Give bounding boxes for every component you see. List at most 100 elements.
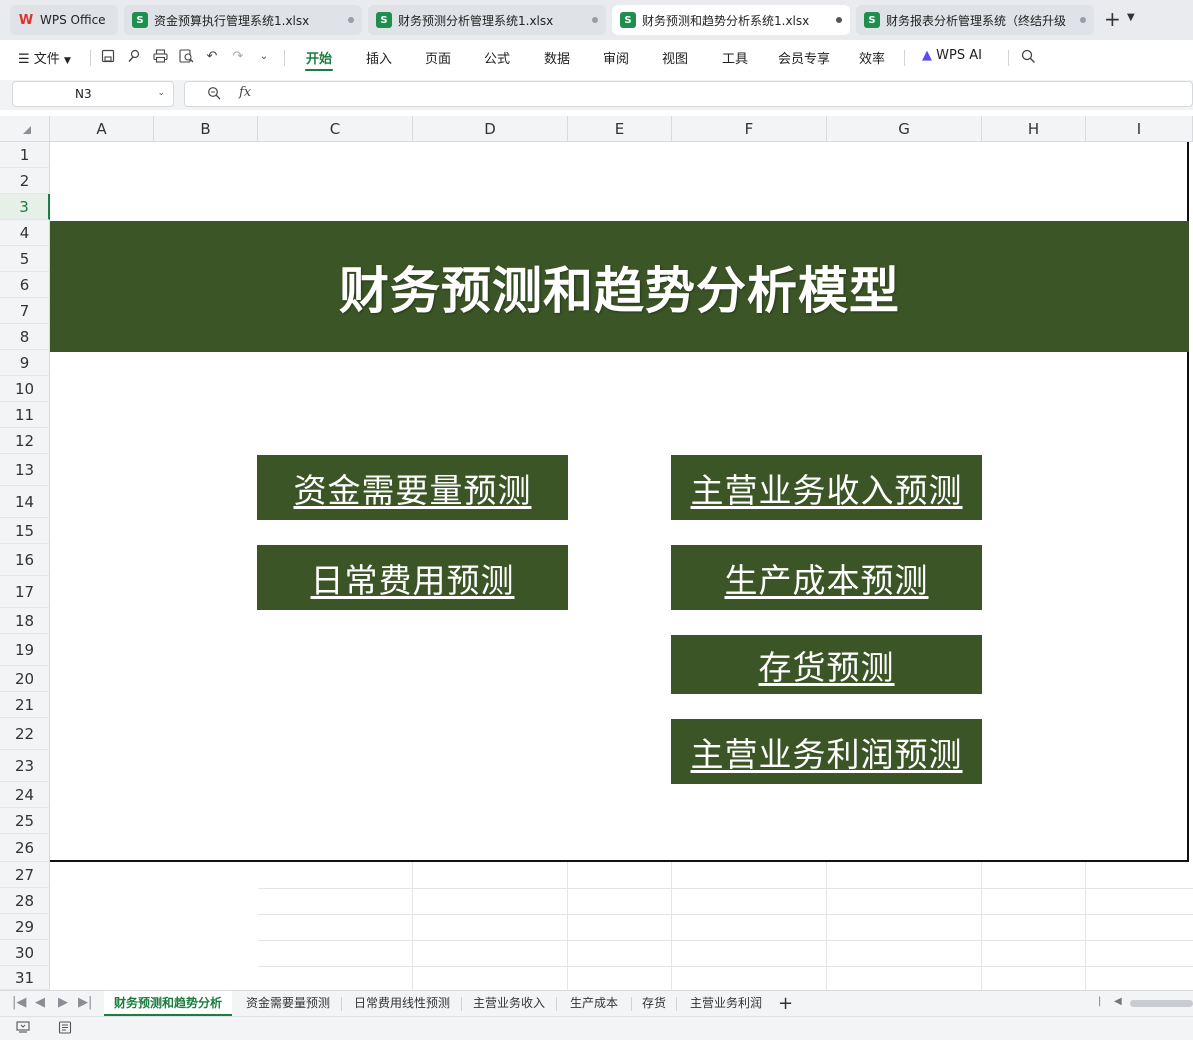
menu-formula[interactable]: 公式 (484, 48, 510, 67)
production-cost-forecast-button[interactable]: 生产成本预测 (671, 545, 982, 610)
row-header[interactable]: 9 (0, 350, 50, 376)
sheet-tab-overview[interactable]: 财务预测和趋势分析 (104, 991, 232, 1016)
row-header[interactable]: 29 (0, 914, 50, 940)
row-header[interactable]: 21 (0, 692, 50, 718)
column-header-f[interactable]: F (672, 116, 827, 142)
row-header[interactable]: 6 (0, 272, 50, 298)
row-header[interactable]: 4 (0, 220, 50, 246)
sheet-tab-production-cost[interactable]: 生产成本 (559, 991, 629, 1016)
menu-data[interactable]: 数据 (544, 48, 570, 67)
inventory-forecast-button[interactable]: 存货预测 (671, 635, 982, 694)
scroll-left-icon[interactable]: ◀ (1114, 996, 1122, 1007)
fx-icon[interactable]: fx (239, 85, 251, 100)
row-header[interactable]: 15 (0, 518, 50, 544)
row-header[interactable]: 12 (0, 428, 50, 454)
menu-page[interactable]: 页面 (425, 48, 451, 67)
row-header[interactable]: 23 (0, 750, 50, 782)
chevron-down-icon[interactable]: ▼ (1127, 12, 1135, 23)
next-sheet-icon[interactable]: ▶ (58, 995, 68, 1010)
name-box[interactable]: N3 ⌄ (12, 81, 174, 107)
last-sheet-icon[interactable]: ▶| (78, 995, 92, 1010)
menu-home[interactable]: 开始 (306, 48, 332, 67)
search-icon[interactable] (1020, 48, 1036, 64)
row-header[interactable]: 8 (0, 324, 50, 350)
formula-input[interactable]: fx (184, 81, 1193, 107)
row-header[interactable]: 27 (0, 862, 50, 888)
daily-expense-forecast-button[interactable]: 日常费用预测 (257, 545, 568, 610)
save-icon[interactable] (100, 48, 116, 64)
tab-close-icon[interactable] (348, 17, 354, 23)
tab-wps-office[interactable]: W WPS Office (10, 5, 118, 35)
row-header[interactable]: 19 (0, 634, 50, 666)
column-header-e[interactable]: E (568, 116, 672, 142)
menu-view[interactable]: 视图 (662, 48, 688, 67)
row-header[interactable]: 11 (0, 402, 50, 428)
column-header-h[interactable]: H (982, 116, 1086, 142)
chevron-down-icon[interactable]: ⌄ (157, 88, 165, 98)
row-header[interactable]: 25 (0, 808, 50, 834)
row-header[interactable]: 14 (0, 486, 50, 518)
zoom-icon[interactable] (207, 86, 221, 104)
redo-icon[interactable]: ↷ (230, 48, 246, 64)
tab-document-1[interactable]: S 资金预算执行管理系统1.xlsx (124, 5, 362, 35)
column-header-d[interactable]: D (413, 116, 568, 142)
sheet-tab-revenue[interactable]: 主营业务收入 (464, 991, 554, 1016)
row-header[interactable]: 10 (0, 376, 50, 402)
tab-document-4[interactable]: S 财务报表分析管理系统（终结升级 (856, 5, 1094, 35)
row-header[interactable]: 18 (0, 608, 50, 634)
menu-tools[interactable]: 工具 (722, 48, 748, 67)
row-header[interactable]: 20 (0, 666, 50, 692)
sheet-tab-profit[interactable]: 主营业务利润 (679, 991, 773, 1016)
menu-wps-ai[interactable]: ▲ WPS AI (922, 48, 982, 63)
sheet-tab-capital-demand[interactable]: 资金需要量预测 (236, 991, 340, 1016)
sheet-tab-daily-expense[interactable]: 日常费用线性预测 (344, 991, 460, 1016)
column-header-g[interactable]: G (827, 116, 982, 142)
row-header[interactable]: 22 (0, 718, 50, 750)
row-header[interactable]: 31 (0, 966, 50, 990)
row-header[interactable]: 26 (0, 834, 50, 862)
menu-review[interactable]: 审阅 (603, 48, 629, 67)
column-header-i[interactable]: I (1086, 116, 1193, 142)
row-header[interactable]: 1 (0, 142, 50, 168)
row-header[interactable]: 28 (0, 888, 50, 914)
tab-document-3-active[interactable]: S 财务预测和趋势分析系统1.xlsx (612, 5, 850, 35)
tab-close-icon[interactable] (592, 17, 598, 23)
menu-member[interactable]: 会员专享 (778, 48, 830, 67)
sheet-tab-inventory[interactable]: 存货 (634, 991, 674, 1016)
prev-sheet-icon[interactable]: ◀ (35, 995, 45, 1010)
macro-record-icon[interactable] (16, 1021, 30, 1037)
menu-efficiency[interactable]: 效率 (859, 48, 885, 67)
undo-icon[interactable]: ↶ (204, 48, 220, 64)
format-painter-icon[interactable] (126, 48, 142, 64)
tab-document-2[interactable]: S 财务预测分析管理系统1.xlsx (368, 5, 606, 35)
row-header[interactable]: 5 (0, 246, 50, 272)
row-header[interactable]: 24 (0, 782, 50, 808)
gridline (1085, 862, 1086, 990)
row-header[interactable]: 13 (0, 454, 50, 486)
chevron-down-icon[interactable]: ⌄ (256, 48, 272, 64)
tab-close-icon[interactable] (836, 17, 842, 23)
column-header-c[interactable]: C (258, 116, 413, 142)
add-sheet-icon[interactable]: + (778, 993, 793, 1014)
menu-insert[interactable]: 插入 (366, 48, 392, 67)
row-header-selected[interactable]: 3 (0, 194, 50, 220)
horizontal-scrollbar[interactable] (1130, 1000, 1193, 1007)
select-all-corner[interactable] (0, 116, 50, 142)
row-header[interactable]: 17 (0, 576, 50, 608)
column-header-b[interactable]: B (154, 116, 258, 142)
row-header[interactable]: 2 (0, 168, 50, 194)
capital-demand-forecast-button[interactable]: 资金需要量预测 (257, 455, 568, 520)
menu-file[interactable]: ☰ 文件 ▼ (18, 48, 71, 67)
new-tab-plus-icon[interactable]: + (1104, 9, 1121, 29)
revenue-forecast-button[interactable]: 主营业务收入预测 (671, 455, 982, 520)
tab-close-icon[interactable] (1080, 17, 1086, 23)
row-header[interactable]: 30 (0, 940, 50, 966)
first-sheet-icon[interactable]: |◀ (12, 995, 26, 1010)
column-header-a[interactable]: A (50, 116, 154, 142)
row-header[interactable]: 16 (0, 544, 50, 576)
print-icon[interactable] (152, 48, 168, 64)
row-header[interactable]: 7 (0, 298, 50, 324)
print-preview-icon[interactable] (178, 48, 194, 64)
document-status-icon[interactable] (58, 1021, 72, 1037)
profit-forecast-button[interactable]: 主营业务利润预测 (671, 719, 982, 784)
